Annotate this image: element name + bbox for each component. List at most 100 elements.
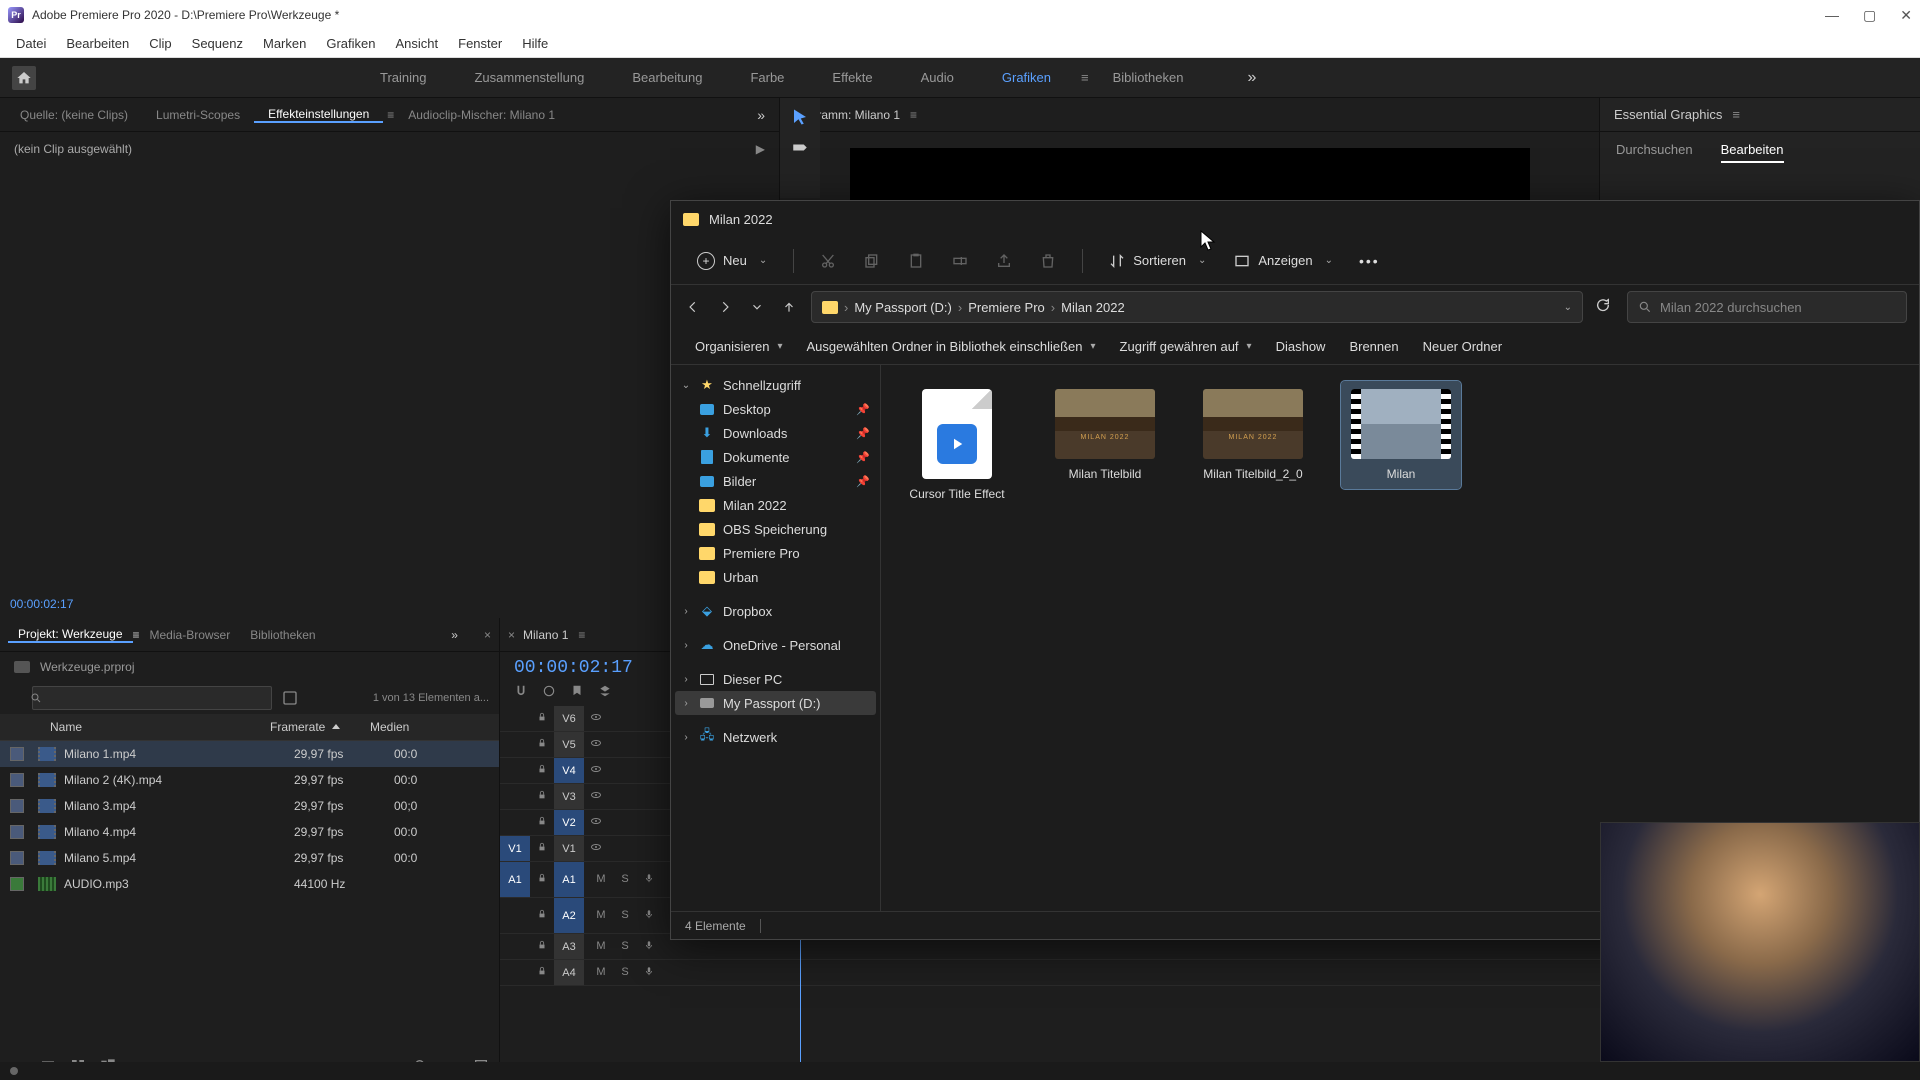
label-swatch[interactable] [10, 773, 24, 787]
delete-button[interactable] [1030, 247, 1066, 275]
tree-documents[interactable]: Dokumente📌 [675, 445, 876, 469]
project-row[interactable]: AUDIO.mp3 44100 Hz [0, 871, 499, 897]
tab-audio-mixer[interactable]: Audioclip-Mischer: Milano 1 [394, 108, 569, 122]
sequence-close-icon[interactable]: × [508, 628, 515, 642]
nav-forward-button[interactable] [715, 297, 735, 317]
track-target[interactable]: V2 [554, 810, 584, 835]
lock-icon[interactable] [530, 816, 554, 829]
menu-clip[interactable]: Clip [139, 36, 181, 51]
col-media[interactable]: Medien [370, 720, 450, 734]
track-target[interactable]: V4 [554, 758, 584, 783]
tree-passport[interactable]: ›My Passport (D:) [675, 691, 876, 715]
menu-datei[interactable]: Datei [6, 36, 56, 51]
tab-project[interactable]: Projekt: Werkzeuge [8, 627, 133, 643]
ws-overflow-icon[interactable]: » [1247, 69, 1256, 87]
crumb-milan[interactable]: Milan 2022 [1061, 300, 1125, 315]
ws-effects[interactable]: Effekte [808, 70, 896, 85]
voice-over-icon[interactable] [642, 966, 656, 979]
sequence-name[interactable]: Milano 1 [523, 628, 568, 642]
tree-onedrive[interactable]: ›☁OneDrive - Personal [675, 633, 876, 657]
track-target[interactable]: V6 [554, 706, 584, 731]
tab-menu-icon[interactable]: ≡ [387, 108, 394, 122]
lock-icon[interactable] [530, 966, 554, 979]
cut-button[interactable] [810, 247, 846, 275]
project-row[interactable]: Milano 5.mp4 29,97 fps 00:0 [0, 845, 499, 871]
menu-grafiken[interactable]: Grafiken [316, 36, 385, 51]
proj-overflow-icon[interactable]: » [451, 628, 464, 642]
lock-icon[interactable] [530, 873, 554, 886]
voice-over-icon[interactable] [642, 873, 656, 886]
rename-button[interactable] [942, 247, 978, 275]
solo-button[interactable]: S [618, 966, 632, 979]
toggle-output-icon[interactable] [584, 841, 608, 856]
solo-button[interactable]: S [618, 909, 632, 922]
nav-recent-button[interactable] [747, 297, 767, 317]
cmd-grant-access[interactable]: Zugriff gewähren auf▾ [1110, 335, 1262, 358]
voice-over-icon[interactable] [642, 940, 656, 953]
source-patch[interactable] [500, 706, 530, 731]
toggle-output-icon[interactable] [584, 815, 608, 830]
file-item[interactable]: MILAN 2022Milan Titelbild_2_0 [1193, 381, 1313, 489]
tab-source[interactable]: Quelle: (keine Clips) [6, 108, 142, 122]
lock-icon[interactable] [530, 940, 554, 953]
paste-button[interactable] [898, 247, 934, 275]
track-target[interactable]: V3 [554, 784, 584, 809]
disclosure-arrow-icon[interactable]: ▶ [756, 142, 765, 156]
track-target[interactable]: V5 [554, 732, 584, 757]
address-bar[interactable]: › My Passport (D:) › Premiere Pro › Mila… [811, 291, 1583, 323]
file-item[interactable]: Milan [1341, 381, 1461, 489]
freeform-icon[interactable] [282, 690, 298, 706]
tab-libraries[interactable]: Bibliotheken [240, 628, 325, 642]
menu-sequenz[interactable]: Sequenz [182, 36, 253, 51]
mute-button[interactable]: M [594, 909, 608, 922]
track-target[interactable]: A2 [554, 898, 584, 933]
copy-button[interactable] [854, 247, 890, 275]
close-button[interactable]: ✕ [1900, 7, 1912, 24]
project-row[interactable]: Milano 1.mp4 29,97 fps 00:0 [0, 741, 499, 767]
maximize-button[interactable]: ▢ [1863, 7, 1876, 24]
crumb-drive[interactable]: My Passport (D:) [854, 300, 952, 315]
linked-selection-icon[interactable] [542, 684, 556, 698]
toggle-output-icon[interactable] [584, 711, 608, 726]
more-button[interactable]: ••• [1351, 253, 1388, 269]
tree-network[interactable]: ›🖧Netzwerk [675, 725, 876, 749]
source-patch[interactable] [500, 898, 530, 933]
ws-assembly[interactable]: Zusammenstellung [450, 70, 608, 85]
cmd-new-folder[interactable]: Neuer Ordner [1413, 335, 1512, 358]
solo-button[interactable]: S [618, 940, 632, 953]
lock-icon[interactable] [530, 790, 554, 803]
cmd-include-library[interactable]: Ausgewählten Ordner in Bibliothek einsch… [796, 335, 1105, 358]
lock-icon[interactable] [530, 909, 554, 922]
explorer-search[interactable]: Milan 2022 durchsuchen [1627, 291, 1907, 323]
track-target[interactable]: A4 [554, 960, 584, 985]
refresh-button[interactable] [1595, 297, 1615, 318]
address-dropdown-icon[interactable]: ⌄ [1564, 302, 1572, 313]
share-button[interactable] [986, 247, 1022, 275]
ws-color[interactable]: Farbe [726, 70, 808, 85]
project-row[interactable]: Milano 4.mp4 29,97 fps 00:0 [0, 819, 499, 845]
tree-downloads[interactable]: ⬇Downloads📌 [675, 421, 876, 445]
label-swatch[interactable] [10, 747, 24, 761]
source-patch[interactable] [500, 784, 530, 809]
source-patch[interactable]: A1 [500, 862, 530, 897]
marker-icon[interactable] [570, 684, 584, 698]
proj-tab-menu-icon[interactable]: ≡ [133, 628, 140, 642]
tree-urban[interactable]: Urban [675, 565, 876, 589]
nav-back-button[interactable] [683, 297, 703, 317]
program-menu-icon[interactable]: ≡ [910, 108, 917, 122]
tree-quick-access[interactable]: ⌄★Schnellzugriff [675, 373, 876, 397]
label-swatch[interactable] [10, 825, 24, 839]
cmd-burn[interactable]: Brennen [1339, 335, 1408, 358]
menu-bearbeiten[interactable]: Bearbeiten [56, 36, 139, 51]
lock-icon[interactable] [530, 764, 554, 777]
toggle-output-icon[interactable] [584, 737, 608, 752]
home-button[interactable] [12, 66, 36, 90]
mute-button[interactable]: M [594, 966, 608, 979]
file-item[interactable]: MILAN 2022Milan Titelbild [1045, 381, 1165, 489]
label-swatch[interactable] [10, 851, 24, 865]
source-patch[interactable] [500, 732, 530, 757]
lock-icon[interactable] [530, 738, 554, 751]
settings-icon[interactable] [598, 684, 612, 698]
track-target[interactable]: A3 [554, 934, 584, 959]
source-patch[interactable]: V1 [500, 836, 530, 861]
